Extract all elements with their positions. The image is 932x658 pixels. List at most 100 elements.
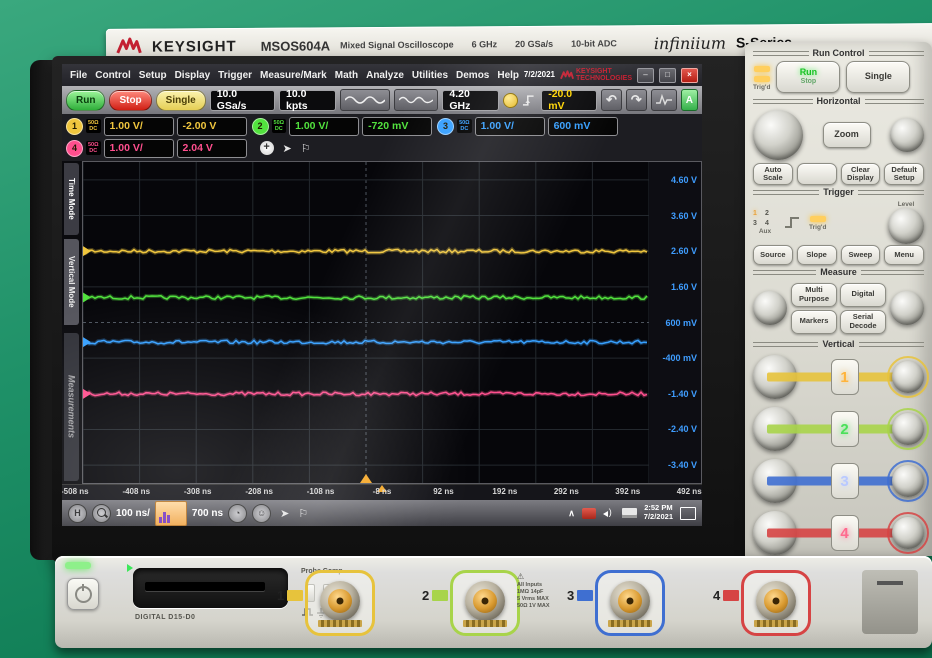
power-button[interactable] [67,578,99,610]
tab-time-mode[interactable]: Time Mode [64,163,79,235]
memory-depth-field[interactable]: 10.0 kpts [279,90,336,111]
serial-decode-button[interactable]: Serial Decode [840,310,886,334]
zoom-search-button[interactable] [92,504,111,523]
arrow-icon[interactable]: ➤ [280,507,289,520]
expand-arrow-icon[interactable]: ➤ [283,142,292,155]
channel-4-coupling[interactable]: 50ΩDC [86,141,101,155]
zoom-button[interactable]: Zoom [823,122,871,148]
clear-display-button[interactable]: Clear Display [841,163,881,185]
channel-4-offset-field[interactable]: 2.04 V [177,139,247,158]
show-desktop-icon[interactable] [680,507,696,520]
channel-2-on-off-button[interactable]: 2 [831,411,859,447]
menu-item-analyze[interactable]: Analyze [362,70,408,81]
measure-left-knob[interactable] [753,291,787,325]
speaker-icon[interactable] [603,508,615,519]
tray-app-icon[interactable] [582,508,596,519]
menu-item-math[interactable]: Math [331,70,362,81]
channel-2-scale-field[interactable]: 1.00 V/ [289,117,359,136]
touch-icon[interactable]: ◔ [228,504,247,523]
horizontal-blank-button[interactable] [797,163,837,185]
trigger-slope-button[interactable]: Slope [797,245,837,265]
channel-1-on-off-button[interactable]: 1 [831,359,859,395]
menu-item-help[interactable]: Help [493,70,523,81]
channel-4-scale-field[interactable]: 1.00 V/ [104,139,174,158]
channel-1-input[interactable] [305,570,375,636]
horizontal-position-knob[interactable] [890,118,924,152]
redo-button[interactable]: ↷ [626,89,647,111]
horizontal-scale-knob[interactable] [753,110,803,160]
histogram-tool-button[interactable] [155,501,187,526]
channel-4-input[interactable] [741,570,811,636]
menu-item-demos[interactable]: Demos [452,70,493,81]
front-panel-controls: Run Control Trig'd Run Stop Single Horiz… [745,42,932,556]
channel-1-badge[interactable]: 1 [66,118,83,135]
stop-button[interactable]: Stop [109,90,151,111]
channel-2-coupling[interactable]: 50ΩDC [272,119,287,133]
tab-vertical-mode[interactable]: Vertical Mode [64,239,79,325]
annotation-button[interactable]: A [681,89,698,111]
acquisition-mode-button[interactable] [394,89,438,111]
menu-item-display[interactable]: Display [171,70,215,81]
markers-button[interactable]: Markers [791,310,837,334]
sample-rate-field[interactable]: 10.0 GSa/s [210,90,275,111]
trigger-sweep-button[interactable]: Sweep [841,245,881,265]
channel-2-badge[interactable]: 2 [252,118,269,135]
channel-3-badge[interactable]: 3 [437,118,454,135]
menu-item-file[interactable]: File [66,70,91,81]
menu-item-measure-mark[interactable]: Measure/Mark [256,70,331,81]
tab-measurements[interactable]: Measurements [64,333,79,481]
power-icon [75,586,92,603]
channel-2-input[interactable] [450,570,520,636]
trigger-menu-button[interactable]: Menu [884,245,924,265]
auto-scale-button[interactable]: Auto Scale [753,163,793,185]
single-trigger-button[interactable]: Single [846,61,910,93]
keyboard-icon[interactable] [622,508,637,518]
channel-4-on-off-button[interactable]: 4 [831,515,859,551]
menu-item-setup[interactable]: Setup [135,70,171,81]
channel-1-offset-field[interactable]: -2.00 V [177,117,247,136]
maximize-button[interactable]: □ [659,68,676,83]
trigger-level-field[interactable]: -20.0 mV [541,90,597,111]
default-setup-button[interactable]: Default Setup [884,163,924,185]
trigger-level-knob[interactable] [888,208,924,244]
run-button[interactable]: Run [66,90,105,111]
tray-clock[interactable]: 2:52 PM 7/2/2021 [644,504,673,521]
menu-item-control[interactable]: Control [91,70,135,81]
trigger-source-indicator[interactable] [503,93,518,108]
undo-button[interactable]: ↶ [601,89,622,111]
pin-icon[interactable]: ⚐ [298,507,308,520]
minimize-button[interactable]: – [637,68,654,83]
run-stop-button[interactable]: Run Stop [776,61,840,93]
channel-3-on-off-button[interactable]: 3 [831,463,859,499]
waveform-style-button[interactable] [340,89,390,111]
single-button[interactable]: Single [156,90,206,111]
channel-3-offset-field[interactable]: 600 mV [548,117,618,136]
channel-1-scale-field[interactable]: 1.00 V/ [104,117,174,136]
channel-4-badge[interactable]: 4 [66,140,83,157]
trigger-source-button[interactable]: Source [753,245,793,265]
bandwidth-field[interactable]: 4.20 GHz [442,90,499,111]
horizontal-menu-icon[interactable]: H [68,504,87,523]
timebase-position[interactable]: 700 ns [192,508,223,519]
measure-right-knob[interactable] [890,291,924,325]
waveform-tool-button[interactable] [651,89,677,111]
channel-3-coupling[interactable]: 50ΩDC [457,119,472,133]
menu-item-trigger[interactable]: Trigger [214,70,256,81]
close-button[interactable]: × [681,68,698,83]
channel-1-coupling[interactable]: 50ΩDC [86,119,101,133]
digital-probe-connector[interactable] [133,568,288,608]
menu-item-utilities[interactable]: Utilities [408,70,452,81]
add-waveform-button[interactable]: + [260,141,274,155]
graticule[interactable] [82,161,649,484]
pin-icon[interactable]: ⚐ [301,142,311,155]
multi-purpose-button[interactable]: Multi Purpose [791,283,837,307]
channel-3-scale-field[interactable]: 1.00 V/ [475,117,545,136]
channel-3-input[interactable] [595,570,665,636]
channel-2-offset-field[interactable]: -720 mV [362,117,432,136]
digital-button[interactable]: Digital [840,283,886,307]
user-icon[interactable]: ☺ [252,504,271,523]
tray-expand-icon[interactable]: ∧ [568,508,575,519]
timebase-scale[interactable]: 100 ns/ [116,508,150,519]
channel-4-offset-knob-wrap [892,517,924,549]
digital-connector-label: DIGITAL D15-D0 [135,614,195,621]
